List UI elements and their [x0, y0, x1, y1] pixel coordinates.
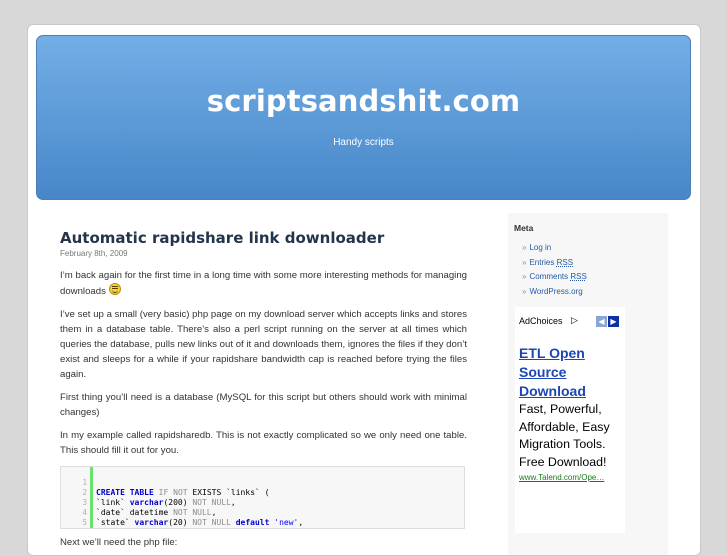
- code-text: `date` datetime NOT NULL,: [96, 508, 217, 517]
- code-line: 2 `link` varchar(200) NOT NULL,: [61, 478, 235, 507]
- rss-abbr: RSS: [556, 257, 574, 267]
- meta-title: Meta: [514, 223, 534, 233]
- site-title[interactable]: scriptsandshit.com: [37, 84, 690, 118]
- ad-title[interactable]: ETL Open Source Download: [519, 344, 617, 401]
- sidebar: Meta » Log in » Entries RSS » Comments RSS …: [508, 213, 668, 555]
- post-date: February 8th, 2009: [60, 249, 128, 258]
- code-line: 1 CREATE TABLE IF NOT EXISTS `links` (: [61, 468, 269, 497]
- code-text: `link` varchar(200) NOT NULL,: [96, 498, 236, 507]
- code-text: CREATE TABLE IF NOT EXISTS `links` (: [96, 488, 270, 497]
- line-number: 6: [61, 528, 87, 529]
- post-paragraph-text: I’m back again for the first time in a l…: [60, 270, 467, 297]
- adchoices-icon[interactable]: ▷: [571, 315, 579, 325]
- ad-url[interactable]: www.Talend.com/Ope…: [519, 473, 623, 482]
- post-paragraph: First thing you’ll need is a database (M…: [60, 392, 467, 418]
- meta-item-wordpress: » WordPress.org: [522, 285, 587, 300]
- chevron-left-icon[interactable]: ◀: [596, 316, 607, 327]
- code-text: UNIQUE KEY `link` (`link`): [96, 528, 221, 529]
- code-text: `state` varchar(20) NOT NULL default 'ne…: [96, 518, 304, 527]
- post-paragraph: I’m back again for the first time in a l…: [60, 268, 467, 299]
- bullet-icon: »: [522, 272, 527, 281]
- meta-item-entries-rss: » Entries RSS: [522, 256, 587, 271]
- code-line: 5 UNIQUE KEY `link` (`link`): [61, 508, 100, 527]
- login-link[interactable]: Log in: [529, 243, 551, 252]
- code-line: 3 `date` datetime NOT NULL,: [61, 488, 216, 517]
- bullet-icon: »: [522, 286, 527, 296]
- rss-abbr: RSS: [570, 272, 587, 281]
- code-block[interactable]: 1 CREATE TABLE IF NOT EXISTS `links` ( 2…: [60, 466, 465, 529]
- meta-item-comments-rss: » Comments RSS: [522, 270, 587, 285]
- code-line: 4 `state` varchar(20) NOT NULL default '…: [61, 498, 303, 527]
- site-header: scriptsandshit.com Handy scripts: [36, 35, 691, 200]
- entries-rss-link[interactable]: Entries RSS: [529, 258, 573, 267]
- page: scriptsandshit.com Handy scripts Automat…: [27, 24, 701, 556]
- meta-list: » Log in » Entries RSS » Comments RSS » Word…: [522, 241, 587, 299]
- bullet-icon: »: [522, 257, 527, 267]
- comments-rss-label: Comments: [529, 272, 571, 281]
- code-line: 6 ): [61, 518, 100, 528]
- post-title[interactable]: Automatic rapidshare link downloader: [60, 229, 467, 247]
- entries-rss-label: Entries: [529, 257, 557, 267]
- post-paragraph: Next we’ll need the php file:: [60, 537, 178, 548]
- ad-body: Fast, Powerful, Affordable, Easy Migrati…: [519, 402, 610, 469]
- smiley-icon: [108, 283, 121, 295]
- comments-rss-link[interactable]: Comments RSS: [529, 272, 586, 281]
- site-description: Handy scripts: [333, 137, 394, 148]
- main-content: Automatic rapidshare link downloader Feb…: [60, 229, 467, 548]
- post-paragraph: In my example called rapidsharedb. This …: [60, 430, 467, 456]
- meta-item-login: » Log in: [522, 241, 587, 256]
- chevron-right-icon[interactable]: ▶: [608, 316, 619, 327]
- ad-unit[interactable]: AdChoices ▷ ◀ ▶ ETL Open Source Download…: [515, 307, 625, 533]
- adchoices-label[interactable]: AdChoices: [519, 316, 563, 326]
- bullet-icon: »: [522, 243, 527, 252]
- wordpress-link[interactable]: WordPress.org: [529, 287, 582, 296]
- post-paragraph: I’ve set up a small (very basic) php pag…: [60, 309, 467, 380]
